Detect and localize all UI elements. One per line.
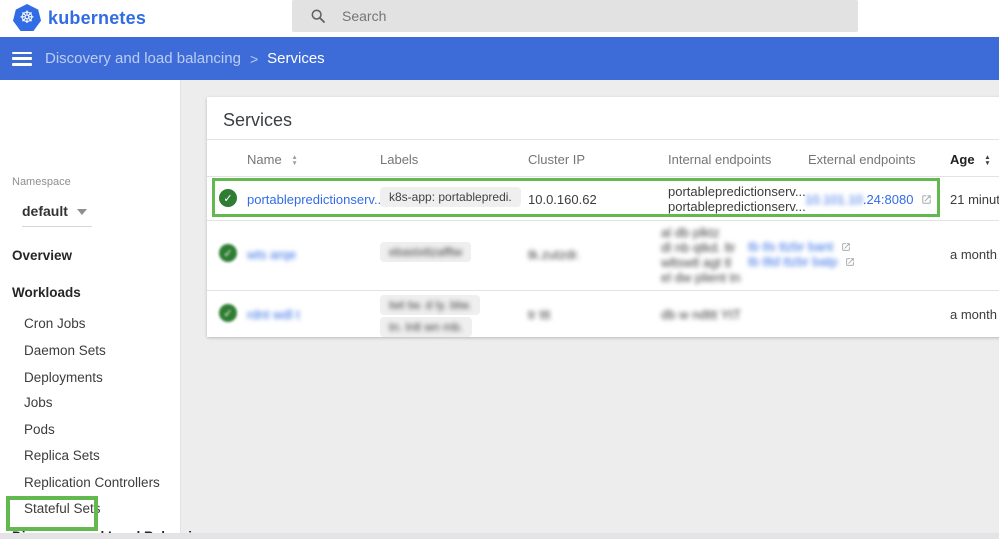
sidebar-item-cron-jobs[interactable]: Cron Jobs	[24, 316, 86, 331]
column-header-internal-endpoints: Internal endpoints	[668, 152, 771, 167]
breadcrumb-current: Services	[267, 50, 325, 67]
brand-wordmark: kubernetes	[48, 8, 146, 29]
status-ok-icon: ✓	[219, 189, 237, 207]
sidebar-item-deployments[interactable]: Deployments	[24, 370, 103, 385]
divider	[207, 290, 999, 291]
label-chip: ebastxttzafftw	[380, 242, 471, 262]
divider	[207, 176, 999, 177]
service-name-link[interactable]: wts arqe	[247, 247, 296, 262]
sidebar-item-replica-sets[interactable]: Replica Sets	[24, 448, 100, 463]
namespace-underline	[22, 226, 92, 227]
namespace-label: Namespace	[12, 176, 71, 188]
label-chip: twt tw. d ly. btw.	[380, 295, 480, 315]
age-value: 21 minutes	[950, 192, 999, 207]
external-endpoint-link[interactable]: 10.101.10.24:8080	[805, 192, 932, 207]
internal-endpoints: portablepredictionserv... portablepredic…	[668, 184, 806, 214]
kubernetes-dashboard: ☸ kubernetes Discovery and load balancin…	[0, 0, 999, 539]
search-bar[interactable]	[292, 0, 858, 32]
column-header-labels: Labels	[380, 152, 418, 167]
sidebar-item-daemon-sets[interactable]: Daemon Sets	[24, 343, 106, 358]
status-ok-icon: ✓	[219, 304, 237, 322]
internal-endpoints: al db plktz dl nb qtkd. ltr wltswtl agt …	[661, 225, 741, 285]
column-header-age[interactable]: Age ▲▼	[950, 152, 991, 167]
column-header-cluster-ip: Cluster IP	[528, 152, 585, 167]
column-header-name[interactable]: Name ▲▼	[247, 152, 298, 167]
search-input[interactable]	[342, 8, 858, 24]
open-in-new-icon	[845, 257, 855, 267]
card-title: Services	[223, 110, 292, 131]
redacted-ip-prefix: 10.101.10	[805, 192, 863, 207]
services-card: Services Name ▲▼ Labels Cluster IP Inter…	[207, 97, 999, 337]
menu-hamburger-icon[interactable]	[12, 52, 32, 66]
top-header: ☸ kubernetes	[0, 0, 999, 37]
service-name-link[interactable]: portablepredictionserv...	[247, 192, 385, 207]
breadcrumb-parent[interactable]: Discovery and load balancing	[45, 50, 241, 67]
label-chip: tn. lnlt wn mb.	[380, 317, 472, 337]
divider	[207, 220, 999, 221]
sidebar-item-jobs[interactable]: Jobs	[24, 395, 53, 410]
chevron-down-icon	[77, 209, 87, 215]
breadcrumb-bar: Discovery and load balancing > Services	[0, 37, 999, 80]
external-endpoint-link[interactable]: tb tls ttzbr bant tb tltd ttzbr batp	[748, 239, 855, 269]
sidebar-item-overview[interactable]: Overview	[12, 248, 72, 263]
open-in-new-icon	[841, 242, 851, 252]
sidebar-nav: Namespace default Overview Workloads Cro…	[0, 80, 181, 539]
sidebar-item-stateful-sets[interactable]: Stateful Sets	[24, 501, 101, 516]
namespace-selector[interactable]: default	[22, 203, 92, 221]
open-in-new-icon	[921, 194, 932, 205]
namespace-value: default	[22, 203, 68, 219]
sidebar-item-pods[interactable]: Pods	[24, 422, 55, 437]
sidebar-item-replication-controllers[interactable]: Replication Controllers	[24, 475, 160, 490]
cluster-ip-value: tr ttt	[528, 307, 550, 322]
service-name-link[interactable]: rdnt wdl t	[247, 307, 300, 322]
age-value: a month	[950, 307, 997, 322]
cluster-ip-value: 10.0.160.62	[528, 192, 597, 207]
cluster-ip-value: tk.zutzdr.	[528, 247, 580, 262]
internal-endpoints: db w ndttt YtT	[661, 307, 741, 322]
search-icon	[310, 8, 326, 24]
window-bottom-edge	[0, 533, 999, 539]
divider	[207, 139, 999, 140]
status-ok-icon: ✓	[219, 244, 237, 262]
sidebar-section-workloads[interactable]: Workloads	[12, 285, 81, 300]
label-chip: k8s-app: portablepredi.	[380, 187, 521, 207]
breadcrumb-separator: >	[250, 51, 258, 67]
kubernetes-logo-icon: ☸	[13, 4, 41, 31]
sort-icon: ▲▼	[291, 155, 297, 166]
sort-icon: ▲▼	[984, 155, 990, 166]
age-value: a month	[950, 247, 997, 262]
column-header-external-endpoints: External endpoints	[808, 152, 916, 167]
